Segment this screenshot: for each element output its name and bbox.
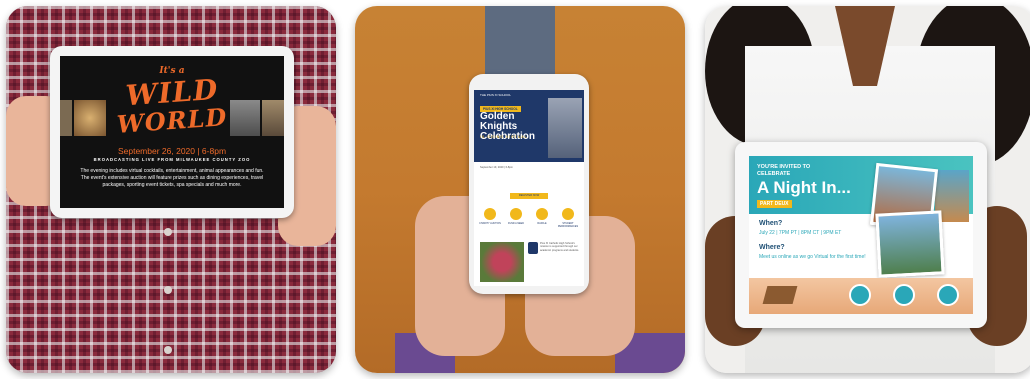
beach-chair xyxy=(762,286,798,304)
students-photo xyxy=(548,98,582,158)
auction-icon xyxy=(484,208,496,220)
tablet-screen: YOU'RE INVITED TO CELEBRATE A Night In..… xyxy=(749,156,973,314)
tablet-device: It's a WILD WORLD September 26, 2020 | 6… xyxy=(50,46,294,218)
icon-label: CHARITY AUCTION xyxy=(479,222,501,225)
icon-label: STUDENT PERFORMANCES xyxy=(557,222,579,228)
where-label: Where? xyxy=(759,244,785,251)
heart-photo xyxy=(480,242,524,282)
shirt-button xyxy=(164,346,172,354)
shirt-button xyxy=(164,228,172,236)
part-deux-tag: PART DEUX xyxy=(757,200,792,208)
phone-device: THE PIUS XI SCHOOL PIUS XI HIGH SCHOOL G… xyxy=(469,74,589,294)
performance-icon xyxy=(562,208,574,220)
phone-screen: THE PIUS XI SCHOOL PIUS XI HIGH SCHOOL G… xyxy=(474,90,584,286)
shield-icon xyxy=(528,242,538,254)
school-seal: THE PIUS XI SCHOOL xyxy=(480,93,512,97)
fund-icon xyxy=(510,208,522,220)
shirt-button xyxy=(164,286,172,294)
event-date: September 26, 2020 | 6-8pm xyxy=(117,146,227,156)
register-button[interactable]: REGISTER NOW xyxy=(510,193,548,199)
email-body: September 19, 2020 | 6-8pm xyxy=(480,166,513,169)
email-body-2: Pius XI Catholic High School's mission i… xyxy=(540,242,580,252)
invite-text: YOU'RE INVITED TO CELEBRATE xyxy=(757,164,811,177)
photo-panel-tablet-zoo: It's a WILD WORLD September 26, 2020 | 6… xyxy=(6,6,336,373)
lake-photo xyxy=(875,210,945,278)
where-value: Meet us online as we go Virtual for the … xyxy=(759,254,866,260)
raffle-icon xyxy=(536,208,548,220)
photo-panel-tablet-night-in: YOU'RE INVITED TO CELEBRATE A Night In..… xyxy=(705,6,1030,373)
event-body: The evening includes virtual cocktails, … xyxy=(80,168,264,188)
celebration-icon xyxy=(893,284,915,306)
when-value: July 22 | 7PM PT | 8PM CT | 9PM ET xyxy=(759,230,842,236)
invite-title: A Night In... xyxy=(757,178,851,197)
tablet-screen: It's a WILD WORLD September 26, 2020 | 6… xyxy=(60,56,284,208)
cocktail-icon xyxy=(937,284,959,306)
when-label: When? xyxy=(759,220,783,227)
photo-panel-phone-golden-knights: THE PIUS XI SCHOOL PIUS XI HIGH SCHOOL G… xyxy=(355,6,685,373)
event-subtitle: BROADCASTING LIVE FROM MILWAUKEE COUNTY … xyxy=(93,157,251,162)
virtual-label: IS GOING VIRTUAL xyxy=(480,135,528,139)
tablet-device: YOU'RE INVITED TO CELEBRATE A Night In..… xyxy=(735,142,987,328)
heart-hand-icon xyxy=(849,284,871,306)
email-header: THE PIUS XI SCHOOL PIUS XI HIGH SCHOOL G… xyxy=(474,90,584,162)
icon-label: FUND A NEED xyxy=(508,222,524,225)
icon-label: RAFFLE xyxy=(537,222,547,225)
